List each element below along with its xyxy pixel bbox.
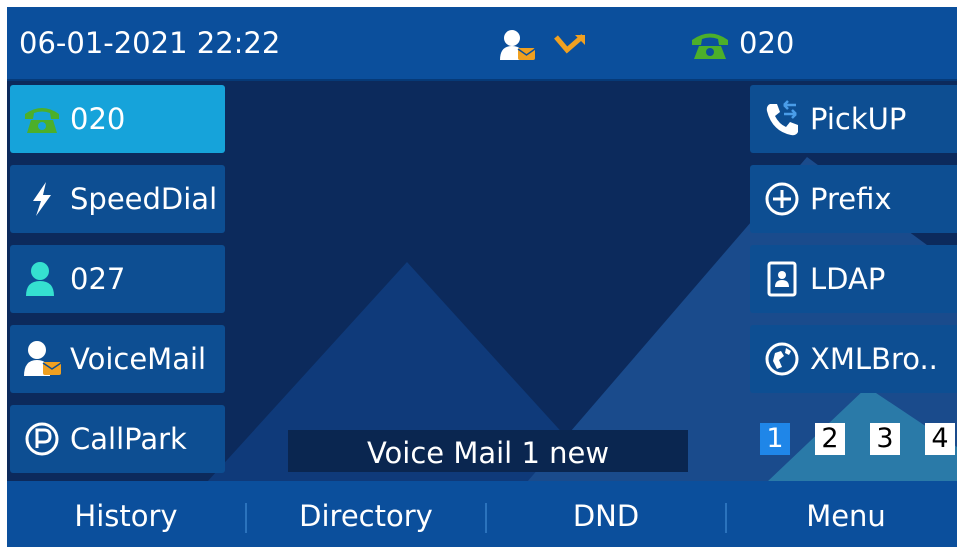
page-indicator-4[interactable]: 4 <box>925 423 955 455</box>
plus-circle-icon <box>765 182 799 216</box>
voicemail-status-icon <box>500 30 536 60</box>
prefix-key[interactable]: Prefix <box>750 165 957 233</box>
line-key-label: 020 <box>70 102 126 136</box>
lightning-icon <box>33 182 51 216</box>
speeddial-label: SpeedDial <box>70 182 218 216</box>
dnd-softkey[interactable]: DND <box>487 481 725 547</box>
ldap-label: LDAP <box>810 262 886 296</box>
contact-key-label: 027 <box>70 262 126 296</box>
voicemail-icon <box>24 341 62 376</box>
phone-screen: 06-01-2021 22:22 020 020 SpeedDial 027 V… <box>7 7 957 547</box>
prefix-label: Prefix <box>810 182 892 216</box>
callpark-label: CallPark <box>70 422 187 456</box>
voicemail-key[interactable]: VoiceMail <box>10 325 225 393</box>
pickup-phone-icon <box>766 100 798 136</box>
callpark-key[interactable]: CallPark <box>10 405 225 473</box>
xmlbrowser-label: XMLBro.. <box>810 342 938 376</box>
directory-softkey[interactable]: Directory <box>247 481 485 547</box>
softkey-bar: History Directory DND Menu <box>7 481 957 547</box>
line-status-phone-icon <box>692 33 728 59</box>
speeddial-key[interactable]: SpeedDial <box>10 165 225 233</box>
history-softkey[interactable]: History <box>7 481 245 547</box>
green-phone-icon <box>25 108 59 133</box>
date-time: 06-01-2021 22:22 <box>19 26 281 60</box>
missed-call-arrow-icon <box>554 34 585 54</box>
park-icon <box>25 422 59 456</box>
page-indicator-2[interactable]: 2 <box>815 423 845 455</box>
xmlbrowser-key[interactable]: XMLBro.. <box>750 325 957 393</box>
voicemail-label: VoiceMail <box>70 342 207 376</box>
voicemail-notice[interactable]: Voice Mail 1 new <box>288 430 688 472</box>
status-bar: 06-01-2021 22:22 020 <box>7 7 957 81</box>
pickup-key[interactable]: PickUP <box>750 85 957 153</box>
ldap-key[interactable]: LDAP <box>750 245 957 313</box>
line-key-020[interactable]: 020 <box>10 85 225 153</box>
globe-icon <box>765 342 799 376</box>
active-line-label: 020 <box>739 26 795 60</box>
contact-icon <box>26 262 54 296</box>
contact-key-027[interactable]: 027 <box>10 245 225 313</box>
pickup-label: PickUP <box>810 102 907 136</box>
address-book-icon <box>767 261 797 297</box>
page-indicator-1[interactable]: 1 <box>760 423 790 455</box>
menu-softkey[interactable]: Menu <box>727 481 957 547</box>
page-indicator-3[interactable]: 3 <box>870 423 900 455</box>
